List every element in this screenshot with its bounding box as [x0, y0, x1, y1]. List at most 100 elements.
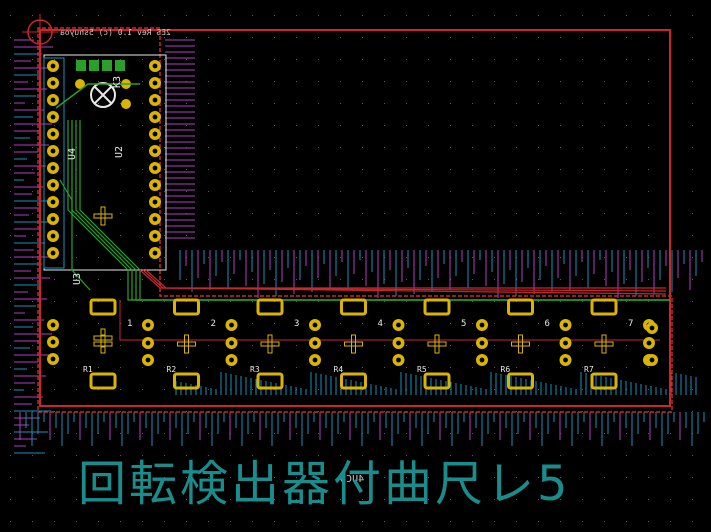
drill-hole [145, 340, 151, 346]
switch-top-pad [507, 298, 534, 316]
switch-label: 5 [461, 319, 466, 329]
drill-hole [312, 322, 318, 328]
switch-label: 4 [378, 319, 383, 329]
drill-hole [50, 322, 56, 328]
k3-pad-2 [89, 60, 99, 71]
module-u3-center-cross [93, 328, 113, 348]
pcb-editor-canvas[interactable]: 1 R1 2 R2 3 R3 4 R4 5 R5 6 R6 7 R7 U4 U2 U3 K3 2ES Rev 1.… [0, 0, 711, 532]
switch-sw7: 7 R7 [584, 298, 655, 390]
drill-hole [50, 250, 56, 256]
drill-hole [229, 357, 234, 363]
drill-hole [50, 182, 56, 188]
drill-hole [50, 356, 56, 362]
drill-hole [152, 165, 158, 171]
drill-hole [50, 63, 56, 69]
drill-hole [312, 357, 318, 363]
drill-hole [152, 131, 158, 137]
module-u3-pads [47, 319, 59, 365]
drill-hole [152, 199, 158, 205]
drill-hole [229, 322, 234, 328]
drill-hole [50, 165, 56, 171]
switch-label: 2 [211, 319, 216, 329]
k3-pad-c [121, 99, 131, 109]
grid-dots [10, 15, 693, 522]
switch-top-pad [340, 298, 367, 316]
switch-bottom-pad [340, 372, 367, 390]
drill-hole [50, 148, 56, 154]
drill-hole [396, 322, 401, 328]
drill-hole [479, 340, 485, 346]
switch-top-pad [89, 298, 117, 316]
drill-hole [479, 357, 485, 363]
switch-row: 1 R1 2 R2 3 R3 4 R4 5 R5 6 R6 7 R7 [83, 298, 655, 390]
drill-hole [396, 357, 401, 363]
switch-sw4: 4 R4 [334, 298, 405, 390]
board-revision-silkscreen: 2ES Rev 1.0 (c) 5shuyoa [60, 28, 171, 37]
switch-top-pad [173, 298, 200, 316]
switch-label: 6 [545, 319, 550, 329]
drill-hole [396, 340, 401, 346]
k3-pad-1 [76, 60, 86, 71]
switch-sw1: 1 R1 [83, 298, 154, 390]
front-trace-lower [119, 300, 660, 341]
module-ref-u2: U2 [114, 146, 125, 158]
resistor-label: R1 [83, 365, 93, 374]
drill-hole [563, 357, 568, 363]
resistor-label: R7 [584, 365, 594, 374]
front-copper-traces [119, 269, 667, 341]
module-u4-outline [43, 54, 167, 271]
drill-hole [649, 325, 655, 331]
k3-pad-4 [115, 60, 125, 71]
drill-hole [50, 216, 56, 222]
drill-hole [152, 250, 158, 256]
resistor-label: R5 [417, 365, 427, 374]
drill-hole [152, 63, 158, 69]
drill-hole [50, 97, 56, 103]
drill-hole [50, 114, 56, 120]
drill-hole [646, 340, 652, 346]
drill-hole [152, 233, 158, 239]
switch-top-pad [423, 298, 451, 316]
drill-hole [50, 199, 56, 205]
resistor-label: R4 [334, 365, 344, 374]
module-ref-k3: K3 [112, 76, 123, 88]
switch-sw2: 2 R2 [167, 298, 238, 390]
resistor-label: R2 [167, 365, 177, 374]
module-u4-left-pads [47, 60, 59, 259]
switch-bottom-pad [423, 372, 451, 390]
switch-label: 7 [628, 319, 633, 329]
drill-hole [649, 357, 655, 363]
board-title-text: 回転検出器付曲尺レ5 [78, 456, 571, 512]
drill-hole [152, 216, 158, 222]
module-ref-u4: U4 [67, 148, 78, 160]
switch-sw5: 5 R5 [417, 298, 488, 390]
drill-hole [50, 80, 56, 86]
drill-hole [152, 114, 158, 120]
drill-hole [152, 148, 158, 154]
drill-hole [145, 322, 151, 328]
drill-hole [152, 97, 158, 103]
switch-bottom-pad [256, 372, 284, 390]
drill-hole [479, 322, 485, 328]
drill-hole [145, 357, 151, 363]
switch-top-pad [590, 298, 618, 316]
switch-label: 1 [127, 319, 132, 329]
switch-sw3: 3 R3 [250, 298, 321, 390]
drill-hole [50, 339, 56, 345]
board-outline-l-shape [37, 27, 673, 413]
k3-encoder-cross [93, 85, 113, 105]
module-center-cross [93, 206, 113, 226]
switch-label: 3 [294, 319, 299, 329]
drill-hole [312, 340, 318, 346]
drill-hole [50, 233, 56, 239]
resistor-label: R6 [501, 365, 511, 374]
switch-bottom-pad [89, 372, 117, 390]
fab-tick-marks [14, 39, 705, 454]
switch-top-pad [256, 298, 284, 316]
drill-hole [563, 340, 568, 346]
drill-hole [152, 80, 158, 86]
resistor-label: R3 [250, 365, 260, 374]
switch-sw6: 6 R6 [501, 298, 572, 390]
drill-hole [229, 340, 234, 346]
k3-pad-3 [102, 60, 112, 71]
